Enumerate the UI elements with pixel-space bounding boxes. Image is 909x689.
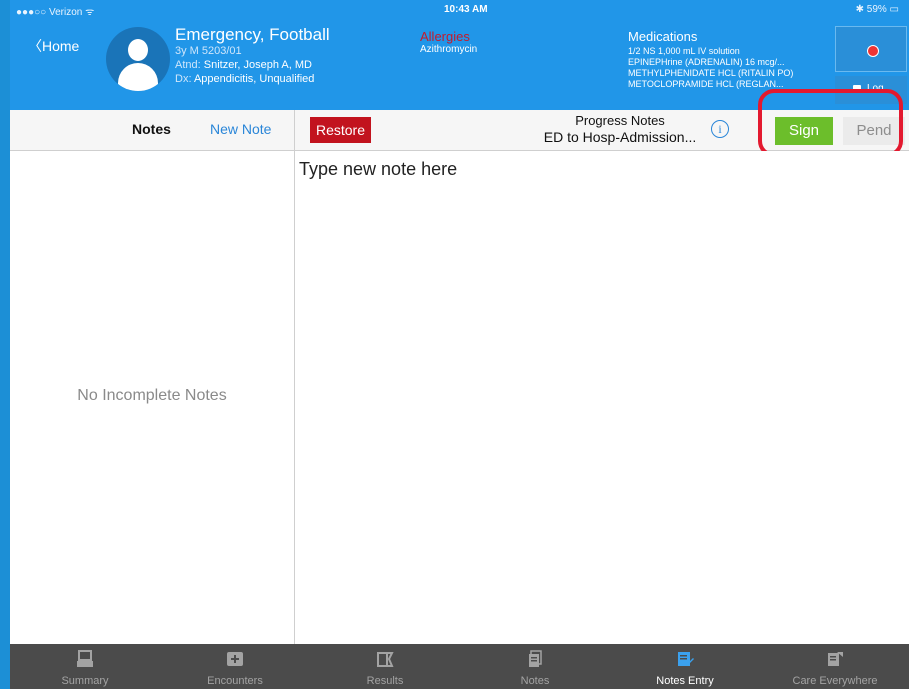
patient-diagnosis: Dx: Appendicitis, Unqualified <box>175 73 314 85</box>
log-button[interactable]: Log... <box>835 76 907 104</box>
tab-label: Summary <box>61 675 109 687</box>
patient-name: Emergency, Football <box>175 25 330 44</box>
avatar-body-icon <box>118 63 158 91</box>
tab-label: Results <box>366 675 404 687</box>
patient-header: ●●●○○ Verizon ᯤ 10:43 AM ✱ 59% ▭ 〈Home E… <box>10 0 909 110</box>
tab-notes[interactable]: Notes <box>460 644 610 689</box>
toolbar-divider <box>294 110 295 150</box>
tab-results[interactable]: Results <box>310 644 460 689</box>
summary-icon <box>77 650 93 667</box>
notes-entry-icon <box>678 652 694 666</box>
dx-value: Appendicitis, Unqualified <box>193 73 315 85</box>
notes-heading: Notes <box>132 121 171 137</box>
tab-summary[interactable]: Summary <box>10 644 160 689</box>
pend-button[interactable]: Pend <box>843 117 905 145</box>
sign-button[interactable]: Sign <box>775 117 833 145</box>
allergies-title: Allergies <box>420 29 470 44</box>
note-editor[interactable]: Type new note here <box>295 151 909 644</box>
empty-notes-message: No Incomplete Notes <box>77 387 227 404</box>
note-type-title[interactable]: Progress Notes <box>510 113 730 128</box>
tab-label: Encounters <box>207 675 263 687</box>
notes-icon <box>529 650 542 667</box>
tab-notes-entry[interactable]: Notes Entry <box>610 644 760 689</box>
record-button[interactable] <box>835 26 907 72</box>
note-context-subtitle[interactable]: ED to Hosp-Admission... <box>510 129 730 145</box>
status-battery: ✱ 59% ▭ <box>855 4 899 15</box>
new-note-link[interactable]: New Note <box>210 121 271 137</box>
tab-label: Notes Entry <box>656 675 714 687</box>
allergy-item: Azithromycin <box>420 44 478 55</box>
tab-bar: Summary Encounters Results Notes Notes E… <box>10 644 909 689</box>
notes-toolbar: Notes New Note Restore Progress Notes ED… <box>10 110 909 151</box>
app-window: ●●●○○ Verizon ᯤ 10:43 AM ✱ 59% ▭ 〈Home E… <box>0 0 909 689</box>
medication-item: METOCLOPRAMIDE HCL (REGLAN... <box>628 79 784 89</box>
medications-title: Medications <box>628 29 698 44</box>
attending-value: Snitzer, Joseph A, MD <box>203 59 312 71</box>
patient-avatar <box>106 27 170 91</box>
medication-item: EPINEPHrine (ADRENALIN) 16 mcg/... <box>628 57 785 67</box>
info-icon[interactable]: i <box>711 120 729 138</box>
avatar-head-icon <box>128 39 148 61</box>
tab-label: Care Everywhere <box>792 675 878 687</box>
status-carrier: ●●●○○ Verizon ᯤ <box>16 7 95 18</box>
tab-care-everywhere[interactable]: Care Everywhere <box>760 644 909 689</box>
incomplete-notes-list: No Incomplete Notes <box>10 151 295 644</box>
encounters-icon <box>227 652 243 666</box>
home-button[interactable]: 〈Home <box>28 36 79 56</box>
left-edge-bar <box>0 0 10 689</box>
care-everywhere-icon <box>828 652 843 666</box>
medication-item: METHYLPHENIDATE HCL (RITALIN PO) <box>628 68 794 78</box>
patient-demographics: 3y M 5203/01 <box>175 45 242 57</box>
dx-label: Dx: <box>175 73 192 85</box>
restore-button[interactable]: Restore <box>310 117 371 143</box>
status-time: 10:43 AM <box>444 4 488 15</box>
lock-icon <box>853 85 861 92</box>
editor-placeholder: Type new note here <box>299 159 458 179</box>
record-icon <box>867 45 879 57</box>
results-icon <box>377 652 394 667</box>
tab-label: Notes <box>520 675 550 687</box>
medication-item: 1/2 NS 1,000 mL IV solution <box>628 46 740 56</box>
patient-attending: Atnd: Snitzer, Joseph A, MD <box>175 59 312 71</box>
attending-label: Atnd: <box>175 59 201 71</box>
log-label: Log... <box>867 83 893 94</box>
tab-encounters[interactable]: Encounters <box>160 644 310 689</box>
